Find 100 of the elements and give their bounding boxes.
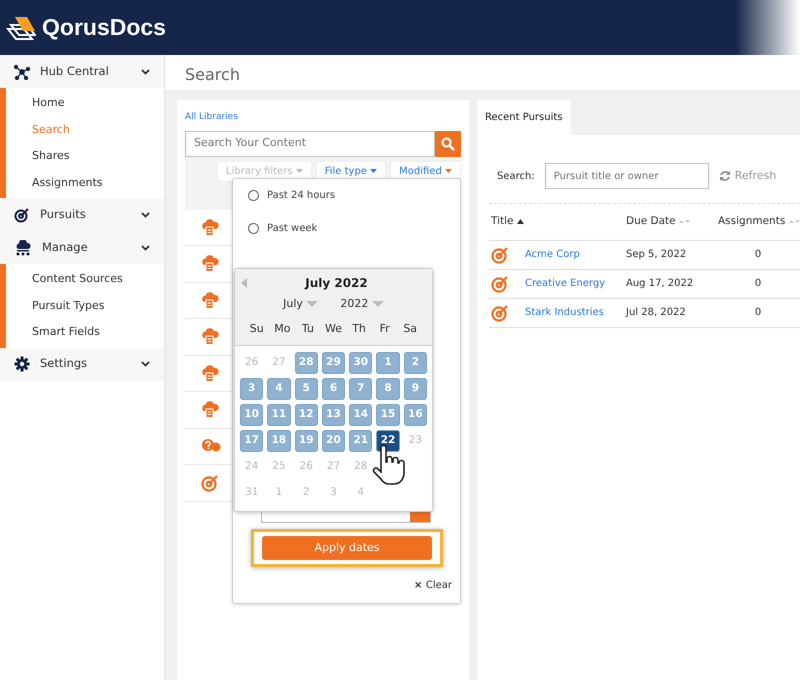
calendar-select[interactable]: 2022 [340,296,384,312]
calendar-day[interactable]: 4 [349,482,372,504]
sidebar-group-label: Pursuits [40,206,86,223]
calendar-day[interactable]: 23 [404,430,427,452]
calendar-day[interactable]: 28 [349,456,372,478]
apply-dates-button[interactable]: Apply dates [262,536,432,560]
calendar-day[interactable]: 28 [294,352,318,374]
calendar-day[interactable]: 11 [267,404,291,426]
calendar-day[interactable]: 3 [240,378,264,400]
calendar-day[interactable]: 14 [349,404,372,426]
sidebar-item[interactable]: Search [6,116,164,143]
refresh-button[interactable]: Refresh [718,168,776,184]
calendar-day[interactable]: 30 [349,352,372,374]
calendar-day[interactable]: 8 [376,378,400,400]
calendar-day[interactable]: 2 [404,352,427,374]
cloud-document-icon [201,401,219,418]
calendar-day[interactable]: 2 [294,482,318,504]
assignments-cell-text: 0 [754,248,762,262]
sidebar-item[interactable]: Content Sources [6,266,164,292]
assignments-cell-text: 0 [754,277,762,292]
chevron-down-icon [141,212,150,218]
pursuit-link[interactable]: Stark Industries [525,305,604,320]
column-header[interactable]: Title [491,214,626,230]
radio-button[interactable] [248,223,259,234]
calendar-day[interactable]: 1 [376,352,400,374]
calendar-day[interactable]: 16 [404,404,427,426]
pursuit-link[interactable]: Creative Energy [525,276,606,292]
radio-label: Past 24 hours [267,189,336,203]
sidebar-item[interactable]: Assignments [6,170,164,196]
hand-cursor-icon [372,445,406,487]
calendar-day[interactable]: 6 [322,378,346,400]
column-header[interactable]: Due Date [626,214,718,230]
sidebar-group-label: Hub Central [40,62,109,80]
calendar-day[interactable]: 12 [294,404,318,426]
refresh-icon [718,170,731,182]
target-icon [201,474,219,492]
column-header[interactable]: Assignments [718,214,798,230]
calendar-title: July 2022 [304,275,369,292]
weekday-label: Tu [300,320,315,336]
calendar-day[interactable]: 3 [322,482,346,504]
previous-arrow-icon[interactable] [241,278,247,288]
cloud-network-icon [14,240,32,256]
weekday-label: Mo [273,320,292,336]
calendar-day[interactable]: 27 [322,456,346,478]
clear-button[interactable]: × Clear [414,578,452,593]
calendar-day[interactable]: 31 [240,482,264,504]
tab[interactable]: Recent Pursuits [477,100,570,135]
chevron-down-icon [141,68,150,74]
caret-icon [306,300,318,307]
calendar-day[interactable]: 9 [404,378,427,400]
calendar-day[interactable]: 17 [240,430,264,452]
sidebar-item[interactable]: Shares [6,143,164,170]
calendar-day[interactable]: 26 [294,456,318,478]
logo-icon [6,14,36,40]
caret-icon [372,300,384,307]
calendar-day[interactable]: 29 [322,352,346,374]
weekday-label: Sa [402,320,418,336]
pursuit-link[interactable]: Acme Corp [525,247,580,262]
sidebar-item[interactable]: Smart Fields [6,319,164,346]
cloud-document-icon [201,255,219,272]
calendar-day[interactable]: 19 [294,430,318,452]
search-button[interactable] [435,130,461,156]
calendar-day[interactable]: 7 [349,378,372,400]
radio-label: Past week [267,222,318,236]
calendar-day[interactable]: 13 [322,404,346,426]
weekday-label: We [324,320,343,336]
radio-button[interactable] [248,190,259,201]
search-field[interactable]: Search Your Content [185,130,435,156]
brand-name: QorusDocs [42,13,166,42]
calendar-day[interactable]: 20 [322,430,346,452]
page-title: Search [165,55,800,90]
calendar-day[interactable]: 26 [240,352,264,374]
due-date-cell-text: Aug 17, 2022 [626,277,694,292]
sidebar-item[interactable]: Home [6,90,164,116]
cloud-document-icon [201,292,219,309]
calendar-select[interactable]: July [283,296,318,312]
sidebar-group-label: Manage [42,238,88,256]
network-icon [14,64,30,80]
sidebar-item[interactable]: Pursuit Types [6,292,164,319]
calendar-day[interactable]: 21 [349,430,372,452]
cloud-document-icon [201,328,219,346]
calendar-day[interactable]: 27 [267,352,291,374]
question-chat-icon [201,438,221,454]
calendar-day[interactable]: 18 [267,430,291,452]
calendar-day[interactable]: 10 [240,404,264,426]
calendar-day[interactable]: 1 [267,482,291,504]
calendar-day[interactable]: 15 [376,404,400,426]
target-icon [14,206,30,222]
settings-icon [14,356,30,372]
calendar-day[interactable]: 5 [294,378,318,400]
due-date-cell-text: Sep 5, 2022 [626,248,688,262]
due-date-cell-text: Jul 28, 2022 [626,306,687,320]
calendar-day[interactable]: 22 [376,430,400,452]
cloud-document-icon [201,364,219,382]
calendar-day[interactable]: 4 [267,378,291,400]
search-icon [441,136,455,150]
search-field[interactable]: Pursuit title or owner [544,163,709,189]
library-link[interactable]: All Libraries [185,112,238,122]
calendar-day[interactable]: 24 [240,456,264,478]
calendar-day[interactable]: 25 [267,456,291,478]
